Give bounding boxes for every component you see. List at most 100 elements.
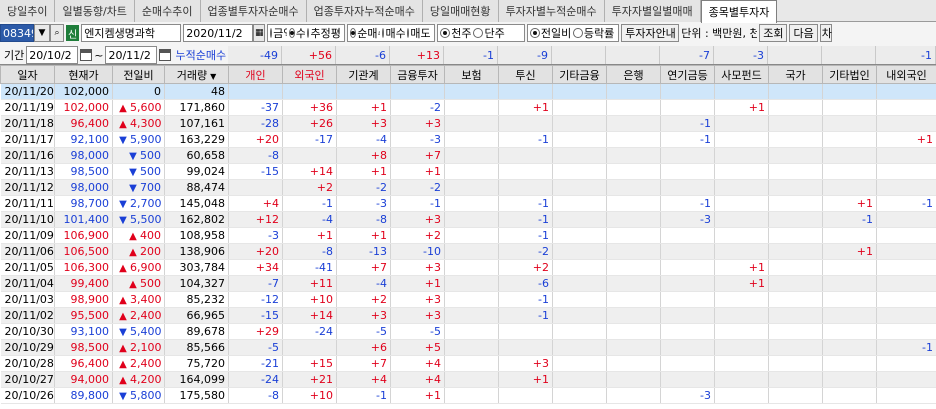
investor-cell <box>498 147 553 164</box>
investor-cell <box>552 275 607 292</box>
table-row[interactable]: 20/11/10 101,400 ▼ 5,500 162,802 +12 -4 -8 +3 -1-… <box>0 211 936 228</box>
radio-option[interactable]: 순매수 <box>350 25 380 41</box>
radio-option[interactable]: 매도 <box>407 25 430 41</box>
stock-code-input[interactable]: 083490 <box>0 24 34 42</box>
table-row[interactable]: 20/10/30 93,100 ▼ 5,400 89,678 +29 -24 -5 -5 <box>0 323 936 340</box>
date-field[interactable]: 2020/11/2 <box>183 24 254 42</box>
investor-cell <box>822 131 877 148</box>
column-header[interactable]: 기타법인 <box>822 65 877 84</box>
calendar-icon[interactable] <box>80 49 93 61</box>
end-date-field[interactable]: 20/11/2 <box>105 46 158 64</box>
investor-cell <box>444 83 499 100</box>
investor-cell <box>876 371 936 388</box>
radio-dot-icon <box>382 28 385 38</box>
column-header[interactable]: 기관계 <box>336 65 391 84</box>
investor-data-grid[interactable]: 일자 현재가 전일비 거래량 ▼ 개인 외국인 기관계 금융투자 보험 투신 기타금융 은행 연기금등 사모… <box>0 64 936 409</box>
code-dropdown-button[interactable]: ▼ <box>34 24 50 42</box>
table-row[interactable]: 20/10/27 94,000 ▲ 4,200 164,099 -24 +21 +4 +4 +1 <box>0 371 936 388</box>
cumulative-sum-cell <box>822 46 876 64</box>
search-icon[interactable]: ⌕ <box>50 24 64 42</box>
table-row[interactable]: 20/11/18 96,400 ▲ 4,300 107,161 -28 +26 +3 +3 -1 <box>0 115 936 132</box>
table-row[interactable]: 20/11/11 98,700 ▼ 2,700 145,048 +4 -1 -3 -1 -1 -1 +… <box>0 195 936 212</box>
investor-cell <box>768 115 823 132</box>
table-row[interactable]: 20/10/26 89,800 ▼ 5,800 175,580 -8 +10 -1 +1 -3 <box>0 387 936 404</box>
table-row[interactable]: 20/11/02 95,500 ▲ 2,400 66,965 -15 +14 +3 +3 -1 <box>0 307 936 324</box>
query-button[interactable]: 조회 <box>759 24 788 42</box>
investor-cell <box>822 355 877 372</box>
change-value: 4,200 <box>130 373 162 386</box>
tab-6[interactable]: 투자자별누적순매수 <box>498 0 605 22</box>
tab-8[interactable]: 종목별투자자 <box>700 0 778 23</box>
table-row[interactable]: 20/11/16 98,000 ▼ 500 60,658 -8 +8 +7 <box>0 147 936 164</box>
column-header[interactable]: 기타금융 <box>552 65 607 84</box>
cumulative-sum-cell <box>606 46 660 64</box>
tab-1[interactable]: 일별동향/차트 <box>55 0 135 22</box>
radio-option[interactable]: 등락률 <box>573 25 614 41</box>
investor-cell <box>552 387 607 404</box>
volume-cell: 85,232 <box>164 291 229 308</box>
radio-option[interactable]: 단주 <box>473 25 505 41</box>
table-row[interactable]: 20/11/20 102,000 0 48 <box>0 83 936 100</box>
column-header[interactable]: 거래량 ▼ <box>164 65 229 84</box>
triangle-up-icon: ▲ <box>119 295 127 306</box>
table-row[interactable]: 20/11/12 98,000 ▼ 700 88,474 +2 -2 -2 <box>0 179 936 196</box>
table-row[interactable]: 20/11/09 106,900 ▲ 400 108,958 -3 +1 +1 +2 -1 <box>0 227 936 244</box>
unit-radio-group: 금액 수량 추정평균가 <box>267 24 346 42</box>
table-row[interactable]: 20/11/19 102,000 ▲ 5,600 171,860 -37 +36 +1 -2 +1… <box>0 99 936 116</box>
radio-option[interactable]: 전일비 <box>530 25 571 41</box>
tab-0[interactable]: 당일추이 <box>0 0 56 22</box>
column-header[interactable]: 국가 <box>768 65 823 84</box>
table-row[interactable]: 20/10/28 96,400 ▲ 2,400 75,720 -21 +15 +7 +4 +3 <box>0 355 936 372</box>
tab-3[interactable]: 업종별투자자순매수 <box>200 0 307 22</box>
column-header[interactable]: 개인 <box>228 65 283 84</box>
investor-cell: +2 <box>336 291 391 308</box>
radio-option[interactable]: 천주 <box>440 25 471 41</box>
table-row[interactable]: 20/11/03 98,900 ▲ 3,400 85,232 -12 +10 +2 +3 -1 <box>0 291 936 308</box>
table-row[interactable]: 20/11/06 106,500 ▲ 200 138,906 +20 -8 -13 -10 -2 +… <box>0 243 936 260</box>
stock-name-field[interactable]: 엔지켐생명과학 <box>81 24 182 42</box>
chart-button[interactable]: 차 <box>819 24 832 42</box>
column-header[interactable]: 일자 <box>0 65 55 84</box>
triangle-up-icon: ▲ <box>119 375 127 386</box>
table-row[interactable]: 20/10/29 98,500 ▲ 2,100 85,566 -5 +6 +5 -1 <box>0 339 936 356</box>
calendar-icon[interactable] <box>159 49 172 61</box>
tab-4[interactable]: 업종투자자누적순매수 <box>306 0 423 22</box>
investor-cell <box>660 227 715 244</box>
column-header-label: 기관계 <box>348 68 379 82</box>
radio-option[interactable]: 수량 <box>288 25 305 41</box>
column-header[interactable]: 연기금등 <box>660 65 715 84</box>
radio-label: 추정평균가 <box>310 27 341 40</box>
column-header[interactable]: 금융투자 <box>390 65 445 84</box>
column-header[interactable]: 은행 <box>606 65 661 84</box>
tab-5[interactable]: 당일매매현황 <box>422 0 499 22</box>
investor-guide-button[interactable]: 투자자안내 <box>621 24 680 42</box>
column-header[interactable]: 내외국인 <box>876 65 936 84</box>
change-value: 500 <box>140 165 161 178</box>
radio-option[interactable]: 금액 <box>270 25 287 41</box>
column-header[interactable]: 외국인 <box>282 65 337 84</box>
change-cell: ▲ 2,100 <box>112 339 165 356</box>
investor-cell <box>876 227 936 244</box>
start-date-field[interactable]: 20/10/2 <box>26 46 79 64</box>
column-header[interactable]: 투신 <box>498 65 553 84</box>
radio-option[interactable]: 추정평균가 <box>307 25 340 41</box>
column-header[interactable]: 전일비 <box>112 65 165 84</box>
radio-option[interactable]: 매수 <box>382 25 405 41</box>
column-header[interactable]: 보험 <box>444 65 499 84</box>
sort-down-icon[interactable]: ▼ <box>210 72 216 81</box>
tab-2[interactable]: 순매수추이 <box>134 0 201 22</box>
column-header[interactable]: 사모펀드 <box>714 65 769 84</box>
investor-cell: +2 <box>282 179 337 196</box>
table-row[interactable]: 20/11/13 98,500 ▼ 500 99,024 -15 +14 +1 +1 <box>0 163 936 180</box>
column-header[interactable]: 현재가 <box>54 65 113 84</box>
investor-cell <box>498 323 553 340</box>
triangle-up-icon: ▲ <box>119 343 127 354</box>
radio-dot-icon <box>573 28 583 38</box>
table-row[interactable]: 20/11/17 92,100 ▼ 5,900 163,229 +20 -17 -4 -3 -1-… <box>0 131 936 148</box>
table-row[interactable]: 20/11/05 106,300 ▲ 6,900 303,784 +34 -41 +7 +3 +2… <box>0 259 936 276</box>
next-button[interactable]: 다음 <box>789 24 818 42</box>
investor-cell: +1 <box>390 163 445 180</box>
calendar-icon[interactable]: ▦ <box>253 24 266 42</box>
table-row[interactable]: 20/11/04 99,400 ▲ 500 104,327 -7 +11 -4 +1 -6 +1 <box>0 275 936 292</box>
tab-7[interactable]: 투자자별일별매매 <box>604 0 701 22</box>
